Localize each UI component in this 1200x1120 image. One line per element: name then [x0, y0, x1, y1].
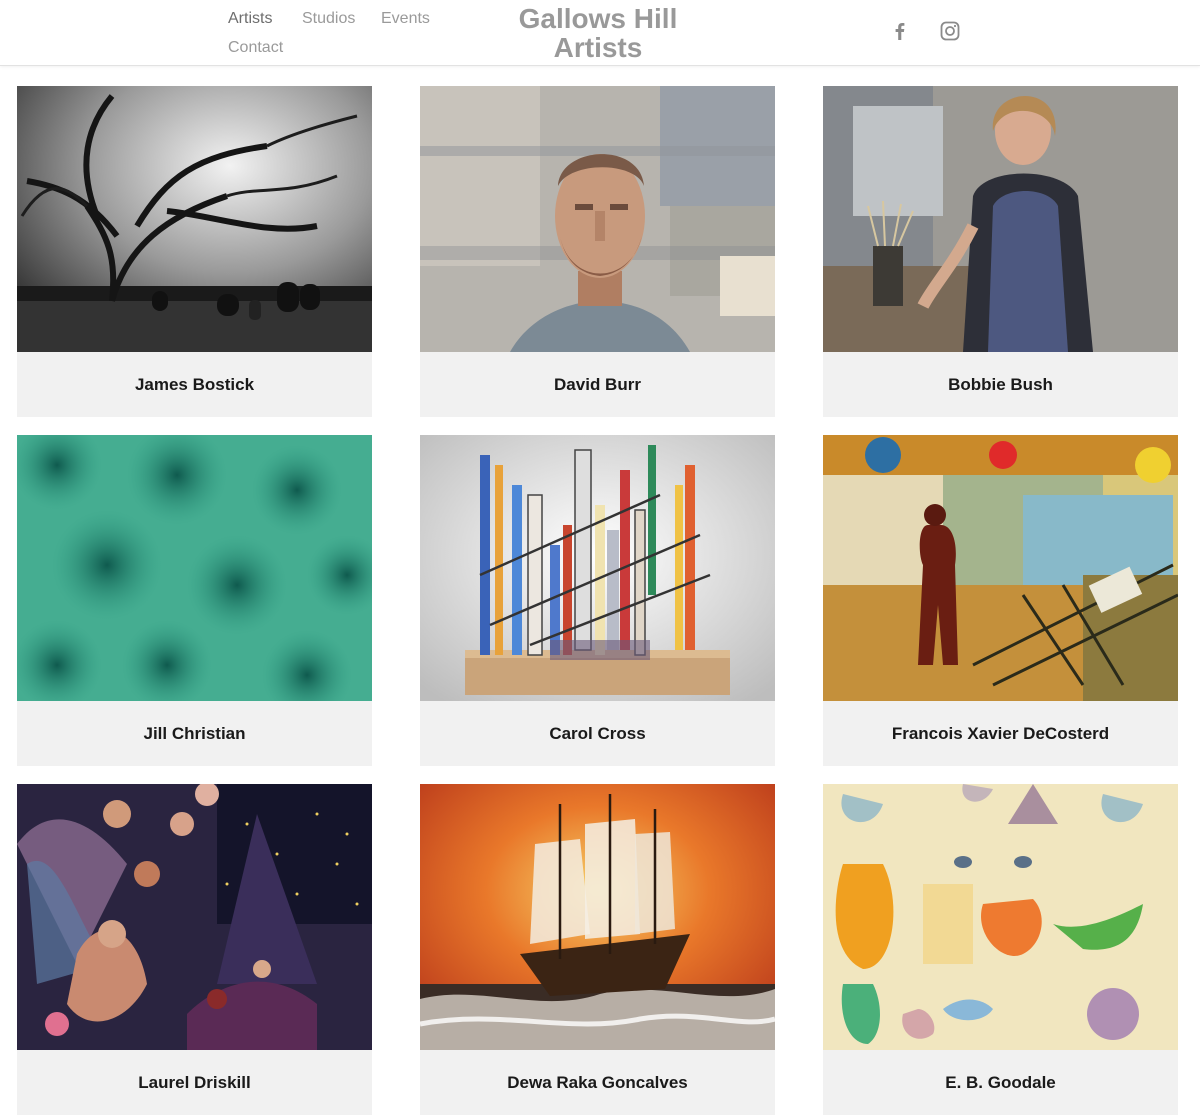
artist-image[interactable]: [420, 86, 775, 352]
artist-name[interactable]: Carol Cross: [420, 701, 775, 766]
nav-artists[interactable]: Artists: [228, 10, 272, 28]
site-logo[interactable]: Gallows Hill Artists: [498, 4, 698, 62]
artist-name[interactable]: Bobbie Bush: [823, 352, 1178, 417]
artist-image[interactable]: [17, 86, 372, 352]
artist-name[interactable]: Francois Xavier DeCosterd: [823, 701, 1178, 766]
logo-line-2: Artists: [553, 32, 643, 63]
artist-image[interactable]: [420, 435, 775, 701]
artist-image[interactable]: [17, 784, 372, 1050]
artist-image[interactable]: [420, 784, 775, 1050]
artist-image[interactable]: [823, 784, 1178, 1050]
artist-card[interactable]: James Bostick: [17, 86, 372, 417]
artist-card[interactable]: Bobbie Bush: [823, 86, 1178, 417]
artist-name[interactable]: E. B. Goodale: [823, 1050, 1178, 1115]
logo-line-1: Gallows Hill: [518, 3, 678, 34]
nav-events[interactable]: Events: [381, 10, 430, 28]
instagram-icon[interactable]: [938, 19, 962, 43]
artist-name[interactable]: David Burr: [420, 352, 775, 417]
artist-card[interactable]: Francois Xavier DeCosterd: [823, 435, 1178, 766]
artist-name[interactable]: Laurel Driskill: [17, 1050, 372, 1115]
artist-card[interactable]: Carol Cross: [420, 435, 775, 766]
nav-contact[interactable]: Contact: [228, 39, 283, 57]
artist-name[interactable]: Dewa Raka Goncalves: [420, 1050, 775, 1115]
nav-studios[interactable]: Studios: [302, 10, 355, 28]
artist-name[interactable]: James Bostick: [17, 352, 372, 417]
artist-image[interactable]: [17, 435, 372, 701]
artist-card[interactable]: Laurel Driskill: [17, 784, 372, 1115]
site-header: Artists Studios Events Contact Gallows H…: [0, 0, 1200, 66]
artist-card[interactable]: Jill Christian: [17, 435, 372, 766]
artist-name[interactable]: Jill Christian: [17, 701, 372, 766]
artist-card[interactable]: Dewa Raka Goncalves: [420, 784, 775, 1115]
facebook-icon[interactable]: [888, 19, 912, 43]
artist-image[interactable]: [823, 86, 1178, 352]
artist-card[interactable]: E. B. Goodale: [823, 784, 1178, 1115]
artist-image[interactable]: [823, 435, 1178, 701]
artist-card[interactable]: David Burr: [420, 86, 775, 417]
